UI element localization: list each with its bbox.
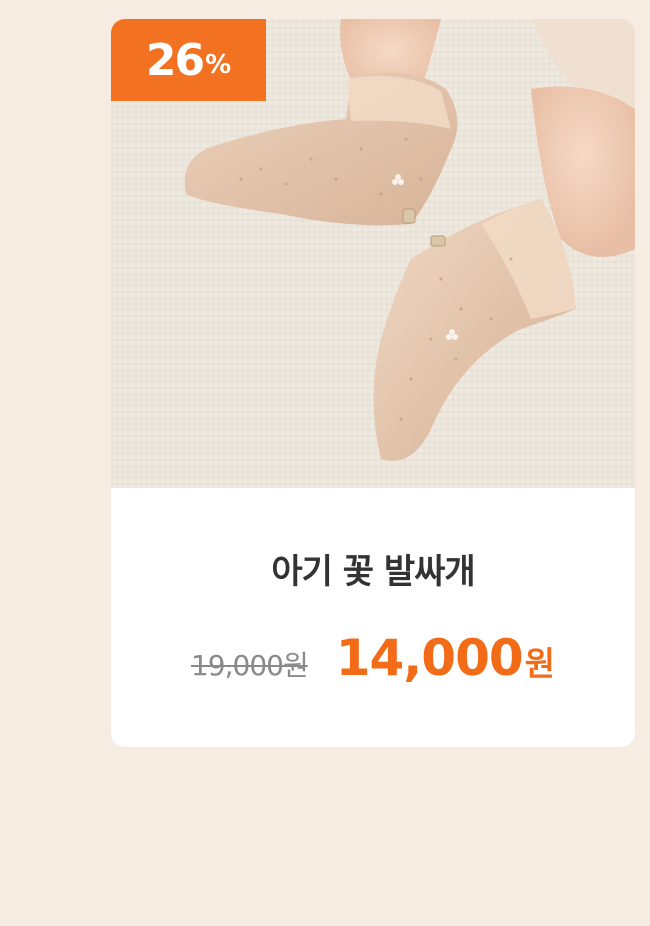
product-name: 아기 꽃 발싸개 xyxy=(271,552,475,592)
discount-value: 26 xyxy=(145,34,205,86)
sale-price-unit: 원 xyxy=(524,644,556,683)
product-image[interactable]: 26 % xyxy=(111,19,635,488)
discount-unit: % xyxy=(205,50,232,80)
product-card[interactable]: 26 % 아기 꽃 발싸개 19,000원 14,000 원 xyxy=(111,19,635,747)
original-price: 19,000원 xyxy=(190,649,309,682)
discount-badge: 26 % xyxy=(111,19,266,101)
sale-price: 14,000 xyxy=(335,629,524,687)
price-row: 19,000원 14,000 원 xyxy=(111,629,635,687)
